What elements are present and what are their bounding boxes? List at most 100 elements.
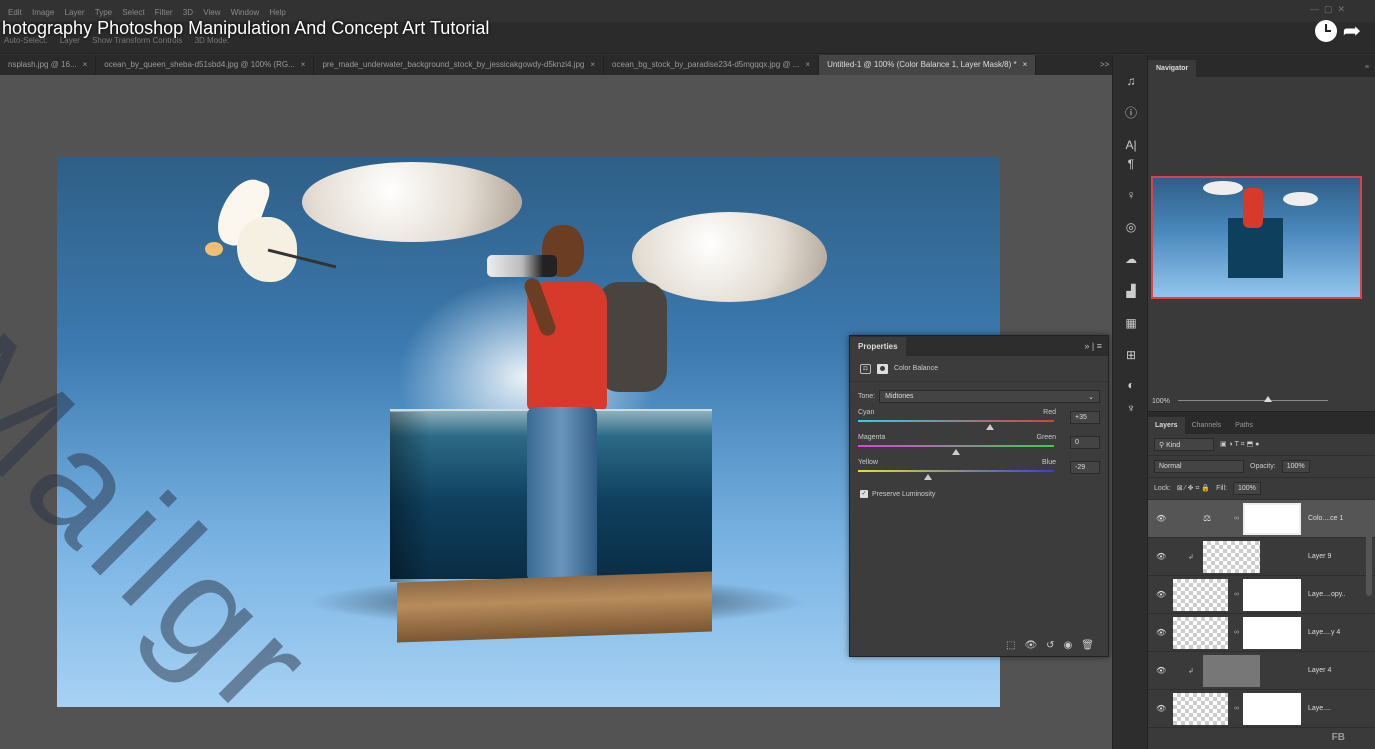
slider-thumb[interactable] (952, 449, 960, 455)
layer-thumb[interactable] (1173, 617, 1228, 649)
layer-row[interactable]: 👁 ∞ Laye.... (1148, 690, 1375, 728)
slider-track[interactable] (858, 420, 1054, 422)
properties-icon[interactable]: ⊞ (1123, 347, 1139, 363)
reset-icon[interactable]: ↺ (1046, 640, 1054, 651)
layer-row[interactable]: 👁 ∞ Laye....opy.. (1148, 576, 1375, 614)
adjustments-icon[interactable]: ◐ (1123, 377, 1139, 393)
slider-track[interactable] (858, 470, 1054, 472)
eye-icon[interactable]: 👁 (1156, 514, 1166, 523)
zoom-slider-track[interactable] (1178, 400, 1328, 401)
link-icon[interactable]: ∞ (1234, 591, 1239, 598)
tab-document[interactable]: Untitled-1 @ 100% (Color Balance 1, Laye… (819, 55, 1037, 75)
zoom-slider-thumb[interactable] (1264, 396, 1272, 402)
swatches-icon[interactable]: ☁ (1123, 251, 1139, 267)
slider-track[interactable] (858, 445, 1054, 447)
layers-scrollbar[interactable] (1366, 516, 1372, 596)
slider-thumb[interactable] (923, 474, 932, 480)
clip-to-layer-icon[interactable]: ⬚ (1006, 640, 1015, 651)
eye-icon[interactable]: 👁 (1156, 628, 1166, 637)
preserve-luminosity[interactable]: ✓ Preserve Luminosity (860, 490, 1098, 498)
layer-thumb[interactable] (1203, 541, 1260, 573)
layer-row[interactable]: 👁 ∞ Laye....y 4 (1148, 614, 1375, 652)
kind-filter[interactable]: ⚲ Kind (1154, 438, 1214, 451)
menu-select[interactable]: Select (122, 8, 144, 17)
color-slider[interactable]: Yellow Blue -29 (858, 457, 1100, 482)
close-icon[interactable]: × (1023, 60, 1028, 69)
tab-channels[interactable]: Channels (1185, 417, 1229, 434)
checkbox-icon[interactable]: ✓ (860, 490, 868, 498)
menu-edit[interactable]: Edit (8, 8, 22, 17)
tab-document[interactable]: nsplash.jpg @ 16... × (0, 55, 97, 75)
grid-icon[interactable]: ▦ (1123, 315, 1139, 331)
layer-mask-thumb[interactable] (1243, 617, 1301, 649)
slider-thumb[interactable] (986, 424, 995, 430)
eye-icon[interactable]: 👁 (1156, 704, 1166, 713)
layer-thumb[interactable] (1173, 693, 1228, 725)
color-slider[interactable]: Cyan Red +35 (858, 407, 1100, 432)
eye-icon[interactable]: 👁 (1156, 552, 1166, 561)
histogram-icon[interactable]: ▟ (1123, 283, 1139, 299)
window-controls[interactable]: — ▢ ✕ (1310, 4, 1345, 15)
close-icon[interactable]: × (590, 60, 595, 69)
slider-value-field[interactable]: -29 (1070, 461, 1100, 474)
trash-icon[interactable]: 🗑 (1081, 640, 1094, 651)
eye-icon[interactable]: 👁 (1156, 590, 1166, 599)
slider-value-field[interactable]: 0 (1070, 436, 1100, 449)
layer-mask-thumb[interactable] (1243, 693, 1301, 725)
history-icon[interactable]: ♫ (1123, 73, 1139, 89)
close-icon[interactable]: × (83, 60, 88, 69)
layer-row[interactable]: 👁 ↲ Layer 4 (1148, 652, 1375, 690)
tab-layers[interactable]: Layers (1148, 417, 1185, 434)
share-icon[interactable]: ➦ (1343, 20, 1361, 42)
menu-window[interactable]: Window (231, 8, 259, 17)
menu-3d[interactable]: 3D (183, 8, 193, 17)
close-icon[interactable]: × (805, 60, 810, 69)
fill-field[interactable]: 100% (1232, 482, 1261, 495)
filter-icons[interactable]: ▣ ◑ T ⌗ ⬒ ● (1220, 440, 1259, 449)
paragraph-icon[interactable]: ¶ (1123, 156, 1139, 172)
layer-thumb[interactable] (1173, 579, 1228, 611)
watch-later-icon[interactable] (1314, 20, 1337, 42)
menu-image[interactable]: Image (32, 8, 54, 17)
properties-title[interactable]: Properties (850, 336, 906, 356)
menu-help[interactable]: Help (269, 8, 285, 17)
view-previous-icon[interactable]: 👁 (1024, 640, 1037, 651)
navigator-preview[interactable] (1151, 176, 1362, 299)
styles-icon[interactable]: ♆ (1123, 400, 1139, 416)
tab-overflow-button[interactable]: >> (1100, 60, 1109, 69)
tone-select[interactable]: Midtones ⌄ (879, 390, 1100, 403)
link-icon[interactable]: ∞ (1234, 515, 1239, 522)
navigator-tab[interactable]: Navigator (1148, 60, 1197, 77)
brush-icon[interactable]: ♀ (1123, 187, 1139, 203)
color-slider[interactable]: Magenta Green 0 (858, 432, 1100, 457)
link-icon[interactable]: ∞ (1234, 705, 1239, 712)
lock-icons[interactable]: ⊠ ⁄ ✥ ⌗ 🔒 (1177, 484, 1210, 493)
menu-filter[interactable]: Filter (155, 8, 173, 17)
tab-document[interactable]: ocean_bg_stock_by_paradise234-d5mgqqx.jp… (604, 55, 820, 75)
panel-collapse-icon[interactable]: » | ≡ (1084, 341, 1108, 351)
link-icon[interactable]: ∞ (1234, 629, 1239, 636)
tab-document[interactable]: pre_made_underwater_background_stock_by_… (314, 55, 605, 75)
mask-icon[interactable] (877, 363, 888, 374)
layer-thumb[interactable] (1203, 655, 1260, 687)
panel-menu-icon[interactable]: ≡ (1365, 64, 1375, 77)
blend-mode-select[interactable]: Normal (1154, 460, 1244, 473)
close-icon[interactable]: × (301, 60, 306, 69)
color-balance-icon[interactable]: ⚖ (860, 363, 871, 374)
layer-row[interactable]: 👁 ↲ Layer 9 (1148, 538, 1375, 576)
info-icon[interactable]: ⓘ (1123, 105, 1139, 121)
color-icon[interactable]: ◎ (1123, 219, 1139, 235)
menu-layer[interactable]: Layer (65, 8, 85, 17)
tab-document[interactable]: ocean_by_queen_sheba-d51sbd4.jpg @ 100% … (96, 55, 315, 75)
layer-row[interactable]: 👁 ⚖ ∞ Colo....ce 1 (1148, 500, 1375, 538)
eye-icon[interactable]: 👁 (1156, 666, 1166, 675)
menu-view[interactable]: View (203, 8, 220, 17)
layer-mask-thumb[interactable] (1243, 579, 1301, 611)
slider-value-field[interactable]: +35 (1070, 411, 1100, 424)
layer-mask-thumb[interactable] (1243, 503, 1301, 535)
zoom-value[interactable]: 100% (1152, 398, 1170, 405)
opacity-field[interactable]: 100% (1281, 460, 1310, 473)
character-icon[interactable]: A| (1123, 137, 1139, 153)
visibility-icon[interactable]: ◉ (1064, 640, 1073, 651)
menu-type[interactable]: Type (95, 8, 112, 17)
